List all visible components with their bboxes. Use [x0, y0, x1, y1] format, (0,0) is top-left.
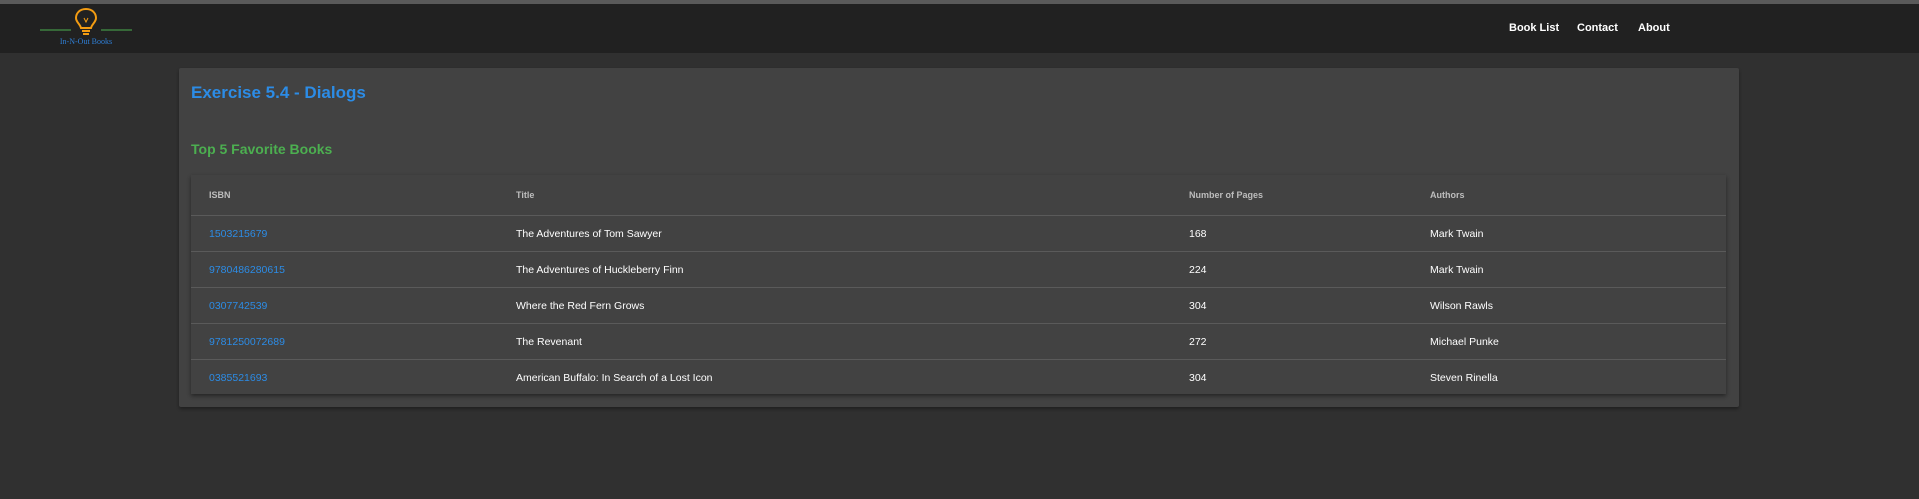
nav-links: Book List Contact About — [0, 4, 1919, 53]
books-table: ISBN Title Number of Pages Authors 15032… — [191, 175, 1726, 395]
title-cell: The Revenant — [516, 323, 1189, 360]
pages-cell: 168 — [1189, 215, 1430, 252]
table-row: 0385521693 American Buffalo: In Search o… — [191, 360, 1726, 396]
isbn-link[interactable]: 9781250072689 — [209, 336, 285, 348]
table-row: 1503215679 The Adventures of Tom Sawyer … — [191, 215, 1726, 252]
isbn-link[interactable]: 0307742539 — [209, 300, 267, 312]
isbn-cell: 0307742539 — [191, 287, 516, 324]
pages-cell: 304 — [1189, 287, 1430, 324]
title-cell: American Buffalo: In Search of a Lost Ic… — [516, 371, 713, 384]
pages-cell: 304 — [1189, 371, 1207, 384]
title-cell: The Adventures of Huckleberry Finn — [516, 251, 1189, 288]
column-header-authors: Authors — [1430, 175, 1726, 216]
isbn-cell: 9780486280615 — [191, 251, 516, 288]
isbn-link[interactable]: 1503215679 — [209, 228, 267, 240]
authors-cell: Mark Twain — [1430, 251, 1726, 288]
section-title: Top 5 Favorite Books — [191, 141, 333, 157]
column-header-title: Title — [516, 175, 1189, 216]
table-header-row: ISBN Title Number of Pages Authors — [191, 175, 1726, 216]
isbn-cell: 0385521693 — [191, 360, 516, 396]
table-row: 9781250072689 The Revenant 272 Michael P… — [191, 323, 1726, 360]
nav-about[interactable]: About — [1638, 22, 1670, 34]
authors-cell: Michael Punke — [1430, 323, 1726, 360]
column-header-pages: Number of Pages — [1189, 175, 1430, 216]
isbn-cell: 9781250072689 — [191, 323, 516, 360]
table-row: 0307742539 Where the Red Fern Grows 304 … — [191, 287, 1726, 324]
page-title: Exercise 5.4 - Dialogs — [191, 83, 366, 102]
table-row: 9780486280615 The Adventures of Hucklebe… — [191, 251, 1726, 288]
nav-book-list[interactable]: Book List — [1509, 22, 1559, 34]
isbn-link[interactable]: 0385521693 — [209, 372, 267, 384]
column-header-isbn: ISBN — [191, 175, 516, 216]
title-cell: The Adventures of Tom Sawyer — [516, 215, 1189, 252]
title-cell: Where the Red Fern Grows — [516, 287, 1189, 324]
nav-contact[interactable]: Contact — [1577, 22, 1618, 34]
isbn-cell: 1503215679 — [191, 215, 516, 252]
pages-cell: 224 — [1189, 251, 1430, 288]
authors-cell: Wilson Rawls — [1430, 287, 1726, 324]
books-table-container: ISBN Title Number of Pages Authors 15032… — [191, 175, 1726, 394]
content-card: Exercise 5.4 - Dialogs Top 5 Favorite Bo… — [179, 68, 1739, 407]
isbn-link[interactable]: 9780486280615 — [209, 264, 285, 276]
authors-cell: Mark Twain — [1430, 215, 1726, 252]
pages-cell: 272 — [1189, 323, 1430, 360]
authors-cell: Steven Rinella — [1430, 371, 1498, 384]
